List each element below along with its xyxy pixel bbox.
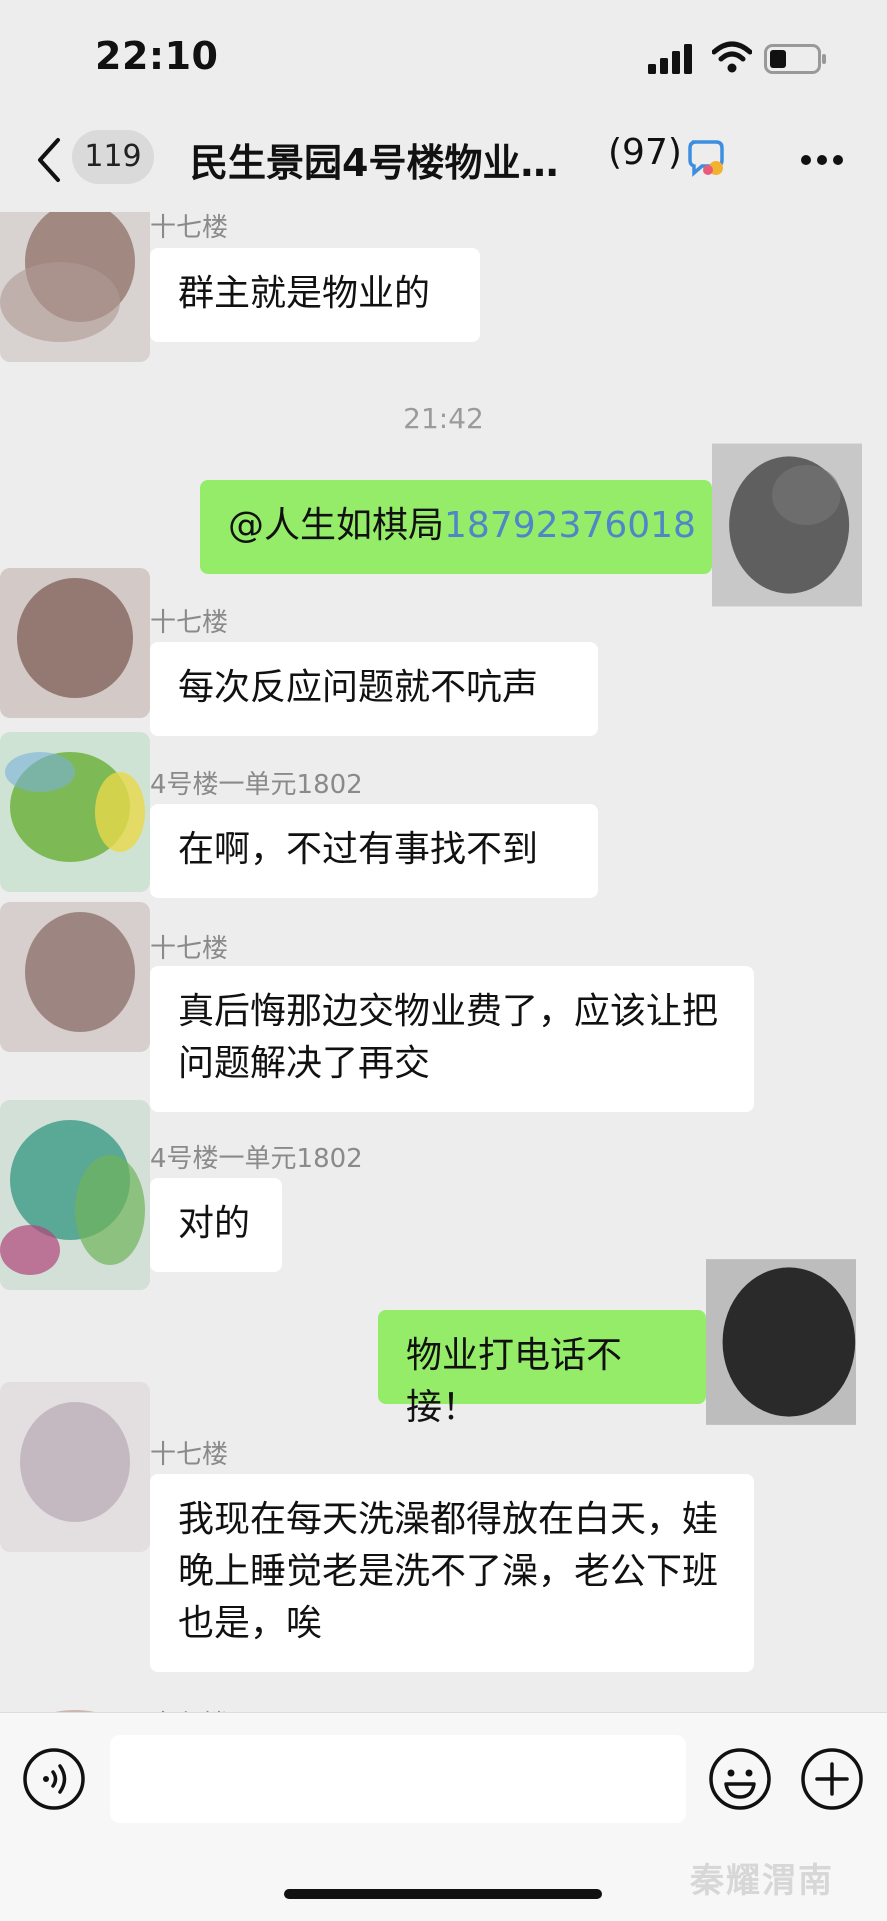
message-bubble[interactable]: 在啊，不过有事找不到 xyxy=(150,804,598,898)
avatar[interactable] xyxy=(712,430,862,620)
sender-name: 4号楼一单元1802 xyxy=(150,1144,363,1174)
avatar[interactable] xyxy=(0,1100,150,1290)
battery-icon xyxy=(764,44,826,74)
sender-name: 十七楼 xyxy=(150,1440,229,1470)
avatar[interactable] xyxy=(0,732,150,892)
avatar[interactable] xyxy=(0,568,150,718)
voice-icon[interactable] xyxy=(22,1747,86,1811)
mention-phone-link[interactable]: 18792376018 xyxy=(444,505,696,546)
avatar[interactable] xyxy=(706,1242,856,1442)
unread-count-badge[interactable]: 119 xyxy=(72,130,154,184)
mention-text: @人生如棋局 xyxy=(228,505,445,546)
sender-name: 十七楼 xyxy=(150,213,229,243)
back-arrow-icon[interactable] xyxy=(34,136,64,184)
chat-header: 119 民生景园4号楼物业… (97) xyxy=(0,120,887,212)
message-input[interactable] xyxy=(110,1735,686,1823)
home-indicator[interactable] xyxy=(284,1889,602,1899)
more-icon[interactable] xyxy=(800,154,844,166)
message-bubble[interactable]: 每次反应问题就不吭声 xyxy=(150,642,598,736)
watermark: 秦耀渭南 xyxy=(690,1861,834,1901)
plus-icon[interactable] xyxy=(800,1747,864,1811)
message-list[interactable]: 十七楼 群主就是物业的 21:42 @人生如棋局18792376018 十七楼 … xyxy=(0,212,887,1712)
sender-name: 十七楼 xyxy=(150,608,229,638)
status-time: 22:10 xyxy=(95,34,219,78)
chat-title[interactable]: 民生景园4号楼物业… xyxy=(190,132,558,187)
status-bar: 22:10 xyxy=(0,0,887,120)
message-bubble[interactable]: 物业打电话不接！ xyxy=(378,1310,706,1428)
emoji-icon[interactable] xyxy=(708,1747,772,1811)
sender-name: 十七楼 xyxy=(150,1704,228,1712)
message-input-bar: 秦耀渭南 xyxy=(0,1712,887,1921)
sender-name: 4号楼一单元1802 xyxy=(150,770,363,800)
signal-icon xyxy=(648,44,692,74)
message-bubble[interactable]: 群主就是物业的 xyxy=(150,248,480,342)
message-bubble[interactable]: 对的 xyxy=(150,1178,282,1272)
message-bubble[interactable]: 真后悔那边交物业费了，应该让把问题解决了再交 xyxy=(150,966,754,1112)
avatar[interactable] xyxy=(0,1382,150,1552)
member-count: (97) xyxy=(608,132,682,173)
message-bubble[interactable]: 我现在每天洗澡都得放在白天，娃晚上睡觉老是洗不了澡，老公下班也是，唉 xyxy=(150,1474,754,1672)
wifi-icon xyxy=(712,41,752,73)
avatar[interactable] xyxy=(30,1700,120,1712)
message-bubble[interactable]: @人生如棋局18792376018 xyxy=(200,480,712,574)
sender-name: 十七楼 xyxy=(150,934,229,964)
group-chat-icon xyxy=(688,140,724,177)
avatar[interactable] xyxy=(0,212,150,362)
avatar[interactable] xyxy=(0,902,150,1052)
